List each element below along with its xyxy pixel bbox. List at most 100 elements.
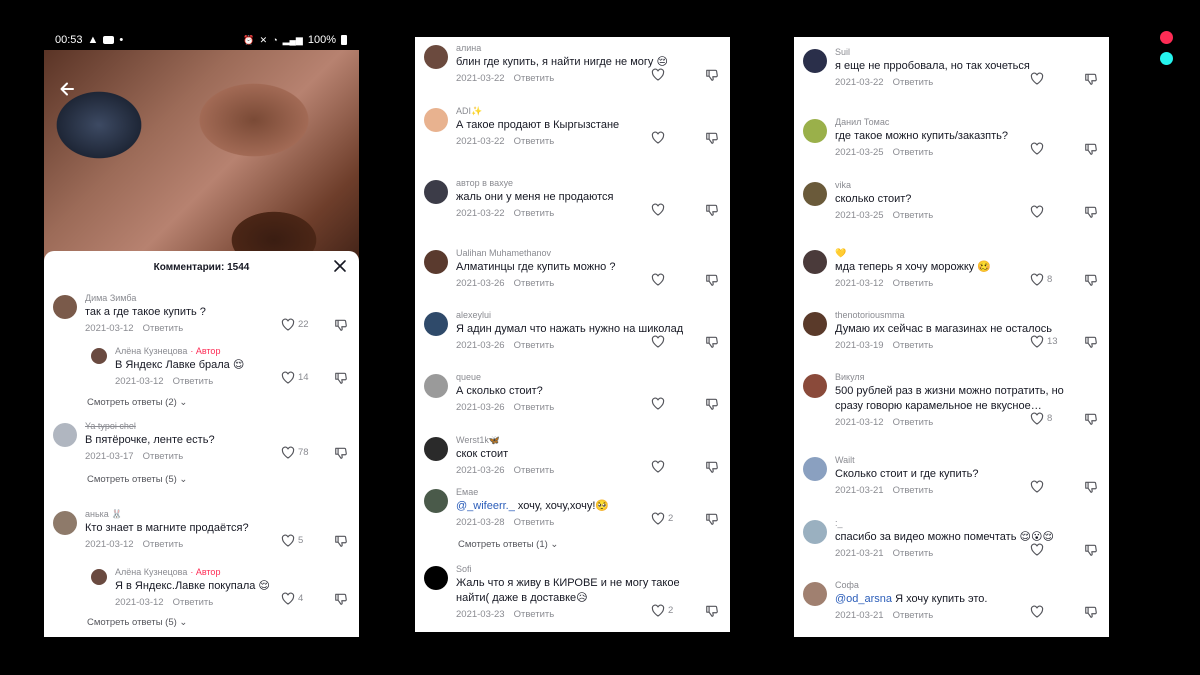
comment-username[interactable]: автор в вахуе bbox=[456, 178, 513, 188]
reply-button[interactable]: Ответить bbox=[514, 208, 555, 219]
dislike-icon[interactable] bbox=[1084, 412, 1098, 426]
dislike-icon[interactable] bbox=[334, 592, 348, 606]
like-button[interactable] bbox=[1030, 543, 1047, 556]
like-button[interactable] bbox=[651, 131, 668, 144]
dislike-icon[interactable] bbox=[1084, 543, 1098, 557]
avatar[interactable] bbox=[803, 49, 827, 73]
comment-username[interactable]: vika bbox=[835, 180, 851, 190]
reply-button[interactable]: Ответить bbox=[173, 597, 214, 608]
dislike-icon[interactable] bbox=[705, 273, 719, 287]
avatar[interactable] bbox=[803, 374, 827, 398]
view-replies-link[interactable]: Смотреть ответы (2) ⌄ bbox=[87, 397, 187, 408]
avatar[interactable] bbox=[424, 180, 448, 204]
dislike-icon[interactable] bbox=[334, 534, 348, 548]
video-preview[interactable] bbox=[44, 50, 359, 280]
reply-button[interactable]: Ответить bbox=[893, 210, 934, 221]
reply-button[interactable]: Ответить bbox=[893, 147, 934, 158]
like-button[interactable] bbox=[651, 68, 668, 81]
reply-button[interactable]: Ответить bbox=[173, 376, 214, 387]
avatar[interactable] bbox=[53, 423, 77, 447]
reply-button[interactable]: Ответить bbox=[893, 548, 934, 559]
reply-button[interactable]: Ответить bbox=[514, 402, 555, 413]
reply-button[interactable]: Ответить bbox=[893, 340, 934, 351]
like-button[interactable] bbox=[651, 397, 668, 410]
dislike-icon[interactable] bbox=[705, 512, 719, 526]
avatar[interactable] bbox=[803, 182, 827, 206]
like-button[interactable]: 4 bbox=[281, 592, 303, 605]
close-icon[interactable] bbox=[333, 259, 347, 273]
comment-username[interactable]: thenotoriousmma bbox=[835, 310, 905, 320]
dislike-icon[interactable] bbox=[705, 397, 719, 411]
like-button[interactable]: 78 bbox=[281, 446, 309, 459]
dislike-icon[interactable] bbox=[1084, 335, 1098, 349]
dislike-icon[interactable] bbox=[705, 68, 719, 82]
like-button[interactable]: 14 bbox=[281, 371, 309, 384]
reply-button[interactable]: Ответить bbox=[893, 77, 934, 88]
comment-username[interactable]: Софа bbox=[835, 580, 859, 590]
comment-username[interactable]: Алёна Кузнецова · Автор bbox=[115, 346, 220, 356]
reply-button[interactable]: Ответить bbox=[514, 73, 555, 84]
mention-link[interactable]: @_wifeerr._ bbox=[456, 500, 515, 512]
dislike-icon[interactable] bbox=[334, 318, 348, 332]
comment-username[interactable]: Wailt bbox=[835, 455, 855, 465]
like-button[interactable]: 8 bbox=[1030, 273, 1052, 286]
reply-button[interactable]: Ответить bbox=[143, 539, 184, 550]
like-button[interactable]: 22 bbox=[281, 318, 309, 331]
avatar[interactable] bbox=[803, 520, 827, 544]
dislike-icon[interactable] bbox=[1084, 273, 1098, 287]
reply-button[interactable]: Ответить bbox=[143, 323, 184, 334]
like-button[interactable] bbox=[651, 273, 668, 286]
comment-username[interactable]: alexeylui bbox=[456, 310, 491, 320]
reply-button[interactable]: Ответить bbox=[514, 278, 555, 289]
reply-button[interactable]: Ответить bbox=[514, 609, 555, 620]
dislike-icon[interactable] bbox=[334, 371, 348, 385]
like-button[interactable] bbox=[1030, 480, 1047, 493]
reply-button[interactable]: Ответить bbox=[893, 485, 934, 496]
comment-username[interactable]: Емае bbox=[456, 487, 478, 497]
avatar[interactable] bbox=[53, 295, 77, 319]
comment-username[interactable]: Алёна Кузнецова · Автор bbox=[115, 567, 220, 577]
avatar[interactable] bbox=[91, 569, 107, 585]
reply-button[interactable]: Ответить bbox=[514, 136, 555, 147]
comment-username[interactable]: ADI✨ bbox=[456, 106, 482, 117]
avatar[interactable] bbox=[803, 312, 827, 336]
like-button[interactable] bbox=[1030, 205, 1047, 218]
comment-username[interactable]: Werst1k🦋 bbox=[456, 435, 500, 446]
like-button[interactable] bbox=[1030, 72, 1047, 85]
avatar[interactable] bbox=[53, 511, 77, 535]
reply-button[interactable]: Ответить bbox=[514, 517, 555, 528]
avatar[interactable] bbox=[424, 489, 448, 513]
comment-username[interactable]: анька 🐰 bbox=[85, 509, 123, 520]
like-button[interactable]: 5 bbox=[281, 534, 303, 547]
comment-username[interactable]: :_ bbox=[835, 518, 843, 528]
back-arrow-icon[interactable] bbox=[58, 80, 76, 98]
reply-button[interactable]: Ответить bbox=[893, 278, 934, 289]
avatar[interactable] bbox=[424, 566, 448, 590]
view-replies-link[interactable]: Смотреть ответы (5) ⌄ bbox=[87, 474, 187, 485]
dislike-icon[interactable] bbox=[1084, 480, 1098, 494]
comment-username[interactable]: Ualihan Muhamethanov bbox=[456, 248, 551, 258]
avatar[interactable] bbox=[91, 348, 107, 364]
dislike-icon[interactable] bbox=[1084, 205, 1098, 219]
reply-button[interactable]: Ответить bbox=[514, 340, 555, 351]
dislike-icon[interactable] bbox=[1084, 605, 1098, 619]
comment-username[interactable]: Ya typoi chel bbox=[85, 421, 136, 431]
dislike-icon[interactable] bbox=[705, 604, 719, 618]
dislike-icon[interactable] bbox=[334, 446, 348, 460]
comment-username[interactable]: алина bbox=[456, 43, 481, 53]
view-replies-link[interactable]: Смотреть ответы (1) ⌄ bbox=[458, 539, 558, 550]
dislike-icon[interactable] bbox=[705, 131, 719, 145]
like-button[interactable] bbox=[651, 460, 668, 473]
like-button[interactable] bbox=[651, 335, 668, 348]
comment-username[interactable]: Sofi bbox=[456, 564, 472, 574]
avatar[interactable] bbox=[424, 45, 448, 69]
like-button[interactable]: 2 bbox=[651, 604, 673, 617]
like-button[interactable] bbox=[1030, 142, 1047, 155]
avatar[interactable] bbox=[424, 108, 448, 132]
dislike-icon[interactable] bbox=[1084, 72, 1098, 86]
like-button[interactable]: 8 bbox=[1030, 412, 1052, 425]
dislike-icon[interactable] bbox=[705, 460, 719, 474]
view-replies-link[interactable]: Смотреть ответы (5) ⌄ bbox=[87, 617, 187, 628]
comment-username[interactable]: Данил Томас bbox=[835, 117, 889, 127]
comment-username[interactable]: Дима Зимба bbox=[85, 293, 136, 303]
